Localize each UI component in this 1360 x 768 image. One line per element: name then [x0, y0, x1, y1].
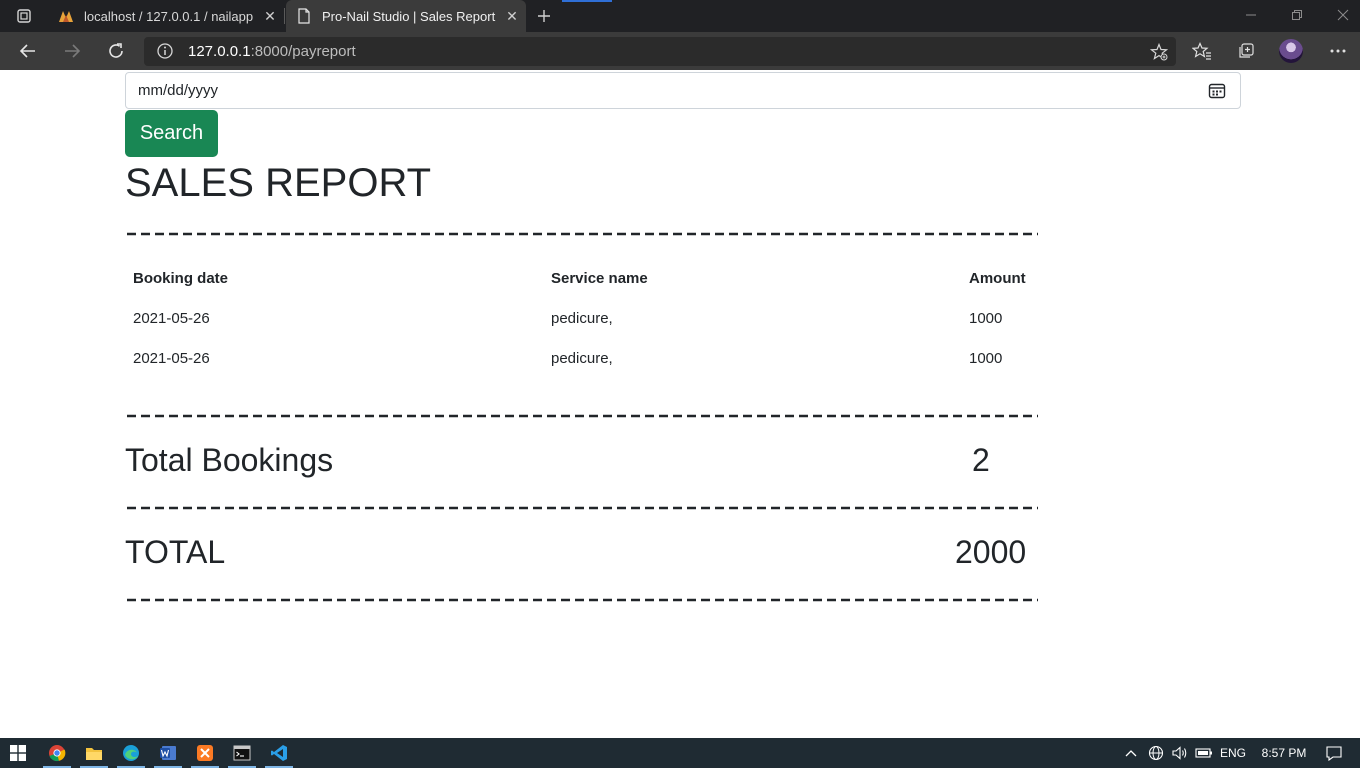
tab-title: localhost / 127.0.0.1 / nailapp / t [84, 8, 256, 24]
tab-title: Pro-Nail Studio | Sales Report [322, 8, 496, 24]
start-windows-icon[interactable] [0, 738, 36, 768]
address-bar[interactable]: 127.0.0.1:8000/payreport [144, 37, 1176, 66]
favorites-icon[interactable] [1187, 36, 1217, 66]
file-explorer-icon[interactable] [76, 738, 112, 768]
taskbar: ENG 8:57 PM [0, 738, 1360, 768]
date-placeholder: mm/dd/yyyy [138, 82, 219, 99]
battery-icon[interactable] [1193, 738, 1215, 768]
volume-icon[interactable] [1169, 738, 1191, 768]
search-button[interactable]: Search [125, 110, 218, 157]
table-header: Booking date Service name Amount [125, 260, 1040, 300]
total-label: TOTAL [125, 534, 226, 570]
phpmyadmin-icon [58, 8, 74, 24]
table-row: 2021-05-26 pedicure, 1000 [125, 340, 1040, 380]
close-window-icon[interactable] [1320, 0, 1360, 30]
browser-tab-bar: localhost / 127.0.0.1 / nailapp / t ✕ Pr… [0, 0, 1360, 32]
column-header: Amount [969, 270, 1026, 287]
browser-toolbar: 127.0.0.1:8000/payreport [0, 32, 1360, 70]
booking-date: 2021-05-26 [133, 310, 210, 327]
total-value: 2000 [955, 534, 1027, 570]
booking-date: 2021-05-26 [133, 350, 210, 367]
column-header: Service name [551, 270, 648, 287]
new-tab-icon[interactable] [532, 4, 556, 28]
word-icon[interactable] [150, 738, 186, 768]
collections-icon[interactable] [1231, 36, 1261, 66]
total-bookings-value: 2 [972, 442, 990, 478]
tray-overflow-icon[interactable] [1120, 738, 1142, 768]
calendar-icon[interactable] [1208, 82, 1226, 100]
url-text[interactable]: 127.0.0.1:8000/payreport [188, 43, 356, 60]
tab-close-icon[interactable]: ✕ [498, 2, 526, 30]
language-indicator[interactable]: ENG [1217, 738, 1249, 768]
site-info-icon[interactable] [156, 42, 174, 60]
amount: 1000 [969, 310, 1003, 327]
url-path: :8000/payreport [250, 43, 356, 60]
more-menu-icon[interactable] [1323, 36, 1353, 66]
minimize-icon[interactable] [1228, 0, 1274, 30]
xampp-icon[interactable] [187, 738, 223, 768]
refresh-icon[interactable] [101, 36, 131, 66]
page-content: mm/dd/yyyy Search SALES REPORT Booking d… [0, 70, 1360, 738]
profile-avatar[interactable] [1279, 39, 1303, 63]
tab-close-icon[interactable]: ✕ [256, 2, 284, 30]
tab-actions-icon[interactable] [8, 6, 40, 26]
total-bookings-label: Total Bookings [125, 442, 334, 478]
divider [125, 598, 1040, 602]
tab-phpmyadmin[interactable]: localhost / 127.0.0.1 / nailapp / t ✕ [48, 0, 284, 32]
divider [125, 232, 1040, 236]
clock[interactable]: 8:57 PM [1256, 738, 1312, 768]
divider [125, 506, 1040, 510]
tab-separator [284, 8, 285, 24]
tab-accent-bar [562, 0, 612, 2]
network-globe-icon[interactable] [1145, 738, 1167, 768]
report-title: SALES REPORT [125, 161, 432, 205]
edge-icon[interactable] [113, 738, 149, 768]
divider [125, 414, 1040, 418]
tab-sales-report[interactable]: Pro-Nail Studio | Sales Report ✕ [286, 0, 526, 32]
add-favorite-icon[interactable] [1144, 37, 1174, 67]
column-header: Booking date [133, 270, 229, 287]
service-name: pedicure, [551, 310, 613, 327]
amount: 1000 [969, 350, 1003, 367]
page-icon [296, 8, 312, 24]
table-row: 2021-05-26 pedicure, 1000 [125, 300, 1040, 340]
command-prompt-icon[interactable] [224, 738, 260, 768]
chrome-icon[interactable] [39, 738, 75, 768]
notifications-icon[interactable] [1322, 738, 1346, 768]
vscode-icon[interactable] [261, 738, 297, 768]
restore-icon[interactable] [1274, 0, 1320, 30]
date-input[interactable]: mm/dd/yyyy [125, 72, 1241, 109]
back-icon[interactable] [13, 36, 43, 66]
service-name: pedicure, [551, 350, 613, 367]
forward-icon[interactable] [57, 36, 87, 66]
url-host: 127.0.0.1 [188, 43, 251, 60]
sales-table: Booking date Service name Amount 2021-05… [125, 260, 1040, 380]
